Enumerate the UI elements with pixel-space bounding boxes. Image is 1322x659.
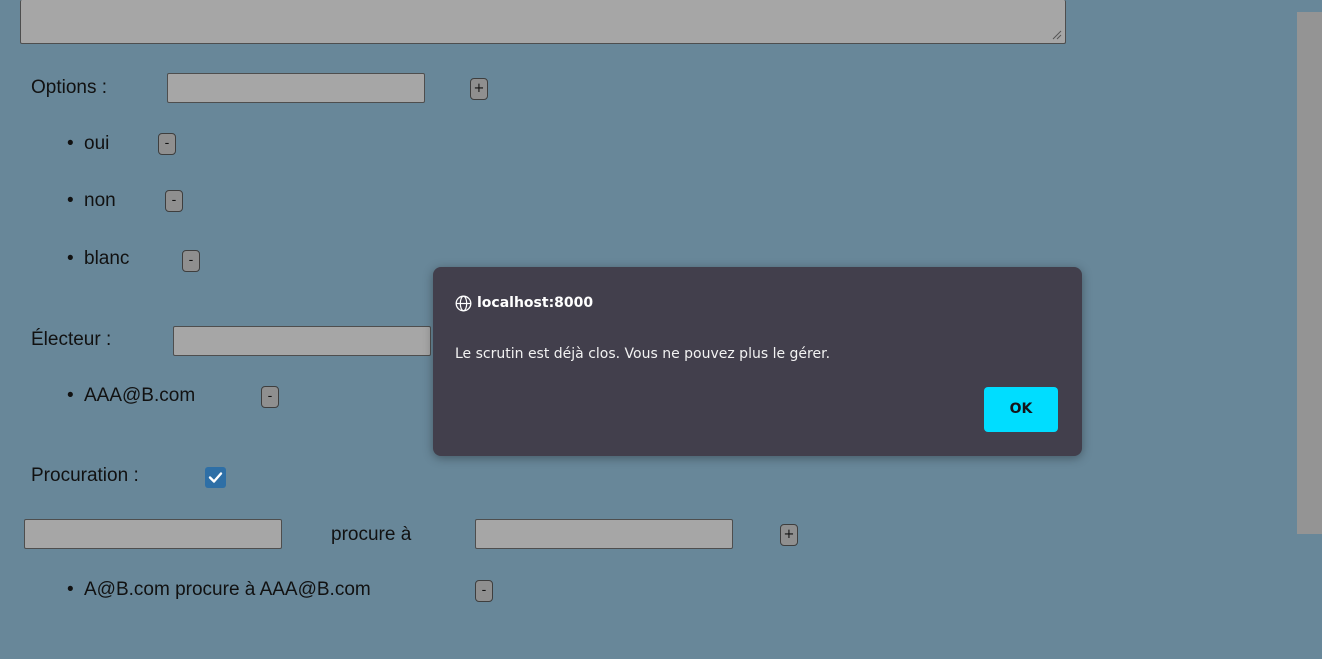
bullet-icon: • — [67, 579, 74, 600]
remove-electeur-button[interactable]: - — [261, 386, 279, 408]
description-textarea[interactable] — [20, 0, 1066, 44]
add-option-button[interactable]: + — [470, 78, 488, 100]
globe-icon — [455, 295, 472, 311]
dialog-origin: localhost:8000 — [455, 293, 593, 313]
resize-grip-icon[interactable] — [1050, 28, 1062, 40]
mandataire-input[interactable] — [475, 519, 733, 549]
add-procuration-button[interactable]: + — [780, 524, 798, 546]
bullet-icon: • — [67, 385, 74, 406]
option-label: oui — [84, 133, 110, 154]
procuration-text: A@B.com procure à AAA@B.com — [84, 579, 371, 600]
procuration-checkbox[interactable] — [205, 467, 226, 488]
bullet-icon: • — [67, 133, 74, 154]
page: Options : + • oui - • non - • blanc - Él… — [0, 0, 1322, 659]
bullet-icon: • — [67, 190, 74, 211]
option-label: non — [84, 190, 116, 211]
dialog-origin-text: localhost:8000 — [477, 295, 594, 311]
options-label: Options : — [31, 77, 108, 98]
remove-option-button[interactable]: - — [182, 250, 200, 272]
alert-dialog: localhost:8000 Le scrutin est déjà clos.… — [433, 267, 1082, 456]
option-label: blanc — [84, 248, 130, 269]
remove-procuration-button[interactable]: - — [475, 580, 493, 602]
mandant-input[interactable] — [24, 519, 282, 549]
ok-button[interactable]: OK — [984, 387, 1058, 432]
option-input[interactable] — [167, 73, 425, 103]
remove-option-button[interactable]: - — [165, 190, 183, 212]
electeur-label: Électeur : — [31, 329, 112, 350]
electeur-email: AAA@B.com — [84, 385, 196, 406]
procuration-label: Procuration : — [31, 465, 139, 486]
scrollbar[interactable] — [1297, 12, 1322, 534]
bullet-icon: • — [67, 248, 74, 269]
remove-option-button[interactable]: - — [158, 133, 176, 155]
checkmark-icon — [208, 472, 223, 483]
electeur-input[interactable] — [173, 326, 431, 356]
dialog-message: Le scrutin est déjà clos. Vous ne pouvez… — [455, 346, 831, 362]
procure-a-label: procure à — [331, 524, 412, 545]
